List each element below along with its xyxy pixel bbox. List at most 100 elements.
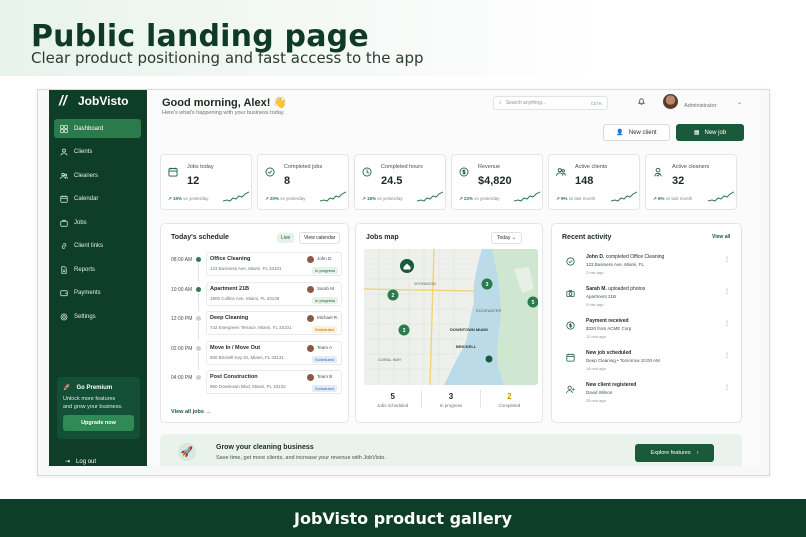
schedule-title: Today's schedule xyxy=(171,234,229,241)
sidebar-item-dashboard[interactable]: Dashboard xyxy=(54,119,141,138)
map-pin[interactable]: 2 xyxy=(387,289,399,301)
more-icon[interactable]: ⋮ xyxy=(724,384,730,391)
activity-time: 5 min ago xyxy=(586,302,604,307)
schedule-row[interactable]: 12:00 PM Deep Cleaning 742 Evergreen Terra… xyxy=(161,311,350,340)
calendar-icon xyxy=(60,195,68,203)
job-item[interactable]: Move In / Move Out 600 Brickell Key Dr, M… xyxy=(206,340,342,365)
job-address: 1800 Collins Ave, Miami, FL 33139 xyxy=(210,295,280,301)
search-input[interactable]: ⌕ Search anything... Ctrl K xyxy=(493,96,608,110)
map-title: Jobs map xyxy=(366,234,399,241)
activity-text: Sarah M. uploaded photos xyxy=(586,286,646,292)
map-range-select[interactable]: Today ⌄ xyxy=(491,232,522,244)
dollar-icon xyxy=(459,164,469,177)
job-item[interactable]: Deep Cleaning 742 Evergreen Terrace, Miam… xyxy=(206,311,342,335)
file-icon xyxy=(60,265,68,274)
more-icon[interactable]: ⋮ xyxy=(724,256,730,263)
logo-icon: // xyxy=(59,92,67,108)
calendar-icon xyxy=(564,351,577,364)
avatar xyxy=(307,374,314,381)
more-icon[interactable]: ⋮ xyxy=(724,352,730,359)
sidebar-item-client-links[interactable]: Client links xyxy=(54,237,141,256)
stat-delta: ↗ 18% vs yesterday xyxy=(362,196,403,201)
job-item[interactable]: Post Construction 950 Downtown Blvd, Miam… xyxy=(206,370,342,394)
chevron-down-icon[interactable]: ⌄ xyxy=(737,99,742,106)
map-marker[interactable] xyxy=(485,355,493,363)
view-calendar-button[interactable]: View calendar xyxy=(299,232,341,244)
home-pin[interactable] xyxy=(400,259,414,273)
map-pin[interactable]: 5 xyxy=(527,296,539,308)
search-shortcut: Ctrl K xyxy=(590,100,602,106)
map-label: EDGEWATER xyxy=(476,308,501,313)
map-stat-label: Completed xyxy=(498,403,521,408)
avatar xyxy=(307,344,314,352)
premium-card: 🚀 Go Premium Unlock more features and grow… xyxy=(57,377,140,439)
activity-item[interactable]: New job scheduled Deep Cleaning • Tomorro… xyxy=(560,348,738,379)
view-all-activity-link[interactable]: View all xyxy=(712,234,730,240)
sidebar-item-reports[interactable]: Reports xyxy=(54,260,141,279)
status-badge: In progress xyxy=(312,267,339,274)
sidebar-item-clients[interactable]: Clients xyxy=(54,143,141,162)
activity-time: 2 min ago xyxy=(586,270,604,275)
activity-item[interactable]: New client registered David Wilson 25 min … xyxy=(560,380,738,411)
stat-value: 148 xyxy=(575,175,594,187)
map-pin[interactable]: 3 xyxy=(481,278,493,290)
sidebar-item-jobs[interactable]: Jobs xyxy=(54,213,141,232)
schedule-row[interactable]: 10:00 AM Apartment 21B 1800 Collins Ave, M… xyxy=(161,281,350,311)
bell-icon[interactable] xyxy=(637,97,646,106)
stat-card[interactable]: Revenue $4,820 ↗ 22% vs yesterday xyxy=(451,154,543,210)
map-stat-label: In progress xyxy=(439,403,463,408)
stat-card[interactable]: Completed hours 24.5 ↗ 18% vs yesterday xyxy=(354,154,446,210)
avatar[interactable] xyxy=(663,94,678,109)
stat-card[interactable]: Active cleaners 32 ↗ 6% vs last month xyxy=(645,154,737,210)
timeline-line xyxy=(198,263,199,281)
stat-value: 8 xyxy=(284,175,291,187)
stat-delta: ↗ 22% vs yesterday xyxy=(459,196,500,201)
status-badge: Scheduled xyxy=(312,326,337,333)
assignee: John D. xyxy=(317,256,333,261)
map-stat-value: 5 xyxy=(390,392,395,401)
sparkline xyxy=(223,191,249,202)
map-view[interactable]: WYNWOOD EDGEWATER DOWNTOWN MIAMI BRICKEL… xyxy=(364,249,538,385)
sidebar-item-settings[interactable]: Settings xyxy=(54,307,141,326)
explore-features-button[interactable]: Explore features › xyxy=(635,444,714,462)
logout-icon: ⇥ xyxy=(65,459,71,465)
activity-item[interactable]: Payment received $320 from ACME Corp 12 mi… xyxy=(560,316,738,347)
sidebar-item-payments[interactable]: Payments xyxy=(54,284,141,303)
premium-title: Go Premium xyxy=(76,384,113,391)
stat-label: Active clients xyxy=(575,164,608,170)
schedule-row[interactable]: 08:00 AM Office Cleaning 123 Business Ave,… xyxy=(161,252,350,281)
more-icon[interactable]: ⋮ xyxy=(724,288,730,295)
new-job-button[interactable]: ▦ New job xyxy=(676,124,744,141)
users-icon xyxy=(556,164,566,176)
activity-title: Recent activity xyxy=(562,234,612,241)
upgrade-button[interactable]: Upgrade now xyxy=(63,415,134,431)
stat-card[interactable]: Jobs today 12 ↗ 15% vs yesterday xyxy=(160,154,252,210)
logout-link[interactable]: ⇥ Log out xyxy=(65,458,96,466)
app-window: // JobVisto Dashboard Clients Cleaners Cale… xyxy=(49,90,760,466)
status-badge: Scheduled xyxy=(312,385,337,392)
sidebar-item-cleaners[interactable]: Cleaners xyxy=(54,166,141,185)
stat-card[interactable]: Completed jobs 8 ↗ 20% vs yesterday xyxy=(257,154,349,210)
schedule-row[interactable]: 02:00 PM Move In / Move Out 600 Brickell K… xyxy=(161,340,350,370)
job-item[interactable]: Apartment 21B 1800 Collins Ave, Miami, FL… xyxy=(206,281,342,306)
timeline-dot xyxy=(196,345,201,351)
sidebar-item-calendar[interactable]: Calendar xyxy=(54,190,141,209)
schedule-row[interactable]: 04:00 PM Post Construction 950 Downtown Bl… xyxy=(161,370,350,397)
schedule-time: 10:00 AM xyxy=(171,286,193,293)
activity-item[interactable]: Sarah M. uploaded photos Apartment 21B 5 m… xyxy=(560,284,738,315)
job-item[interactable]: Office Cleaning 123 Business Ave, Miami, … xyxy=(206,252,342,276)
map-pin[interactable]: 3 xyxy=(398,324,410,336)
brand-logo[interactable]: // JobVisto xyxy=(59,92,128,108)
stat-card[interactable]: Active clients 148 ↗ 9% vs last month xyxy=(548,154,640,210)
live-badge[interactable]: Live xyxy=(277,233,295,243)
svg-text:3: 3 xyxy=(403,328,406,334)
job-name: Deep Cleaning xyxy=(210,315,249,321)
more-icon[interactable]: ⋮ xyxy=(724,320,730,327)
stat-label: Active cleaners xyxy=(672,164,710,170)
timeline-line xyxy=(198,292,199,311)
activity-item[interactable]: John D. completed Office Cleaning 123 Bus… xyxy=(560,252,738,283)
view-all-jobs-link[interactable]: View all jobs → xyxy=(171,409,211,415)
new-client-button[interactable]: 👤 New client xyxy=(603,124,670,141)
briefcase-icon xyxy=(60,219,68,227)
check-circle-icon xyxy=(564,255,577,268)
